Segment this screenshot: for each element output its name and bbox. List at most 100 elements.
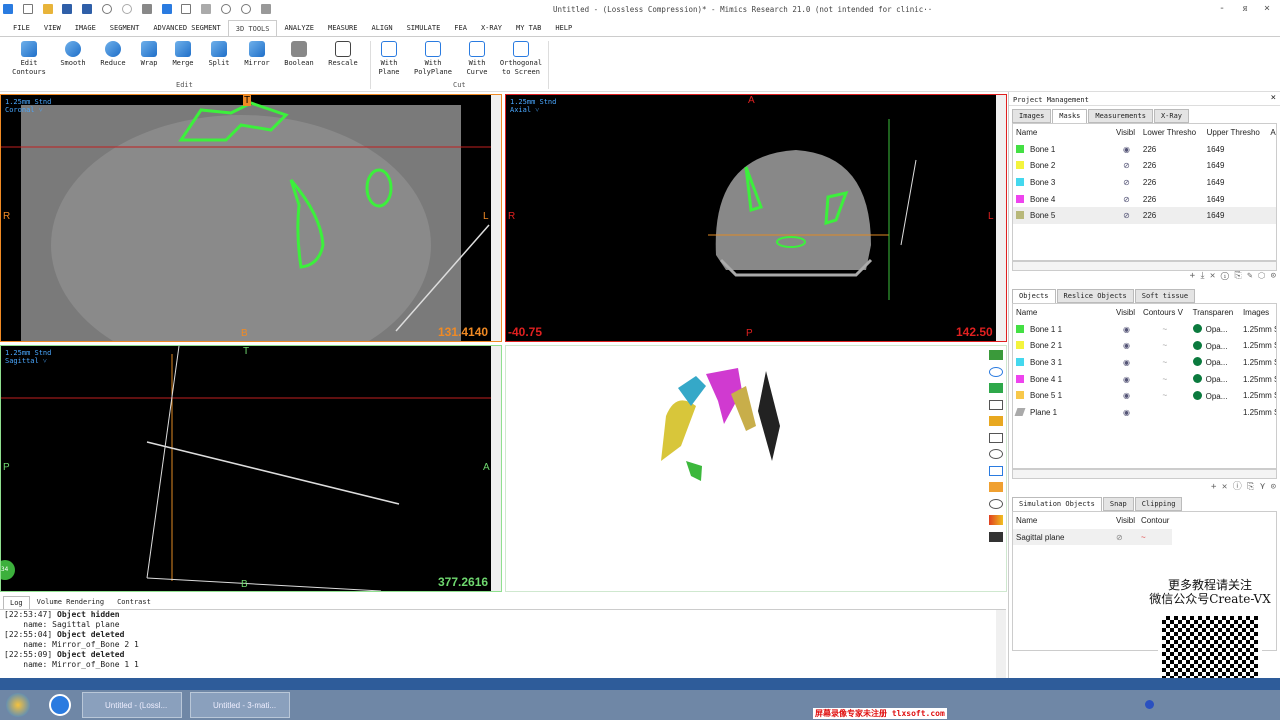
tab-snap[interactable]: Snap [1102, 497, 1134, 511]
contour-icon[interactable]: ~ [1140, 337, 1190, 354]
view-cube-icon[interactable] [989, 465, 1003, 476]
sogou-icon[interactable] [49, 694, 71, 716]
coronal-viewport[interactable]: 1.25mm Stnd Coronal ˅ T B R L 131.4140 [0, 94, 502, 342]
sagittal-viewport[interactable]: 34 1.25mm Stnd Sagittal ˅ T B P A 377.261… [0, 345, 502, 592]
export-icon[interactable] [161, 4, 172, 14]
column-header[interactable]: Name [1013, 304, 1113, 321]
table-row[interactable]: Bone 2 ⊘ 226 1649 [1013, 157, 1276, 174]
table-row[interactable]: Bone 5 1 ◉ ~ Opa... 1.25mm Stn [1013, 387, 1276, 404]
save-icon[interactable] [62, 4, 73, 14]
restore-button[interactable]: ᴙ [1238, 3, 1252, 14]
table-row[interactable]: Sagittal plane ⊘ ~ [1013, 528, 1173, 546]
pan-icon[interactable] [989, 432, 1003, 443]
column-header[interactable]: Name [1013, 512, 1113, 529]
lighting-icon[interactable] [989, 482, 1003, 492]
cut-with-polyplane-button[interactable]: With PolyPlane [411, 41, 455, 77]
cube-icon[interactable] [989, 416, 1003, 426]
coronal-scrollbar[interactable] [491, 95, 501, 341]
3d-viewport[interactable] [505, 345, 1007, 592]
eye-icon[interactable]: ◉ [1113, 141, 1140, 158]
help-tray-icon[interactable] [1145, 700, 1154, 709]
menu-x-ray[interactable]: X-RAY [474, 20, 509, 36]
tab-volume-rendering[interactable]: Volume Rendering [31, 596, 110, 609]
contrast-icon[interactable] [989, 531, 1003, 542]
menu-align[interactable]: ALIGN [365, 20, 400, 36]
log-scrollbar[interactable] [996, 610, 1006, 678]
new-file-icon[interactable] [22, 4, 33, 14]
menu-image[interactable]: IMAGE [68, 20, 103, 36]
grid-icon[interactable] [989, 350, 1003, 360]
screenshot-icon[interactable] [260, 4, 271, 14]
contour-icon[interactable]: ~ [1140, 387, 1190, 404]
tab-simulation-objects[interactable]: Simulation Objects [1012, 497, 1102, 511]
close-button[interactable]: × [1260, 3, 1274, 14]
split-button[interactable]: Split [199, 41, 239, 68]
start-button[interactable] [6, 693, 30, 717]
zoom-in-icon[interactable] [221, 4, 232, 14]
rescale-button[interactable]: Rescale [323, 41, 363, 68]
edit-contours-button[interactable]: Edit Contours [9, 41, 49, 77]
menu-segment[interactable]: SEGMENT [103, 20, 147, 36]
minimize-button[interactable]: - [1215, 3, 1229, 14]
menu-my-tab[interactable]: MY TAB [509, 20, 548, 36]
globe-icon[interactable] [989, 366, 1003, 377]
column-header[interactable]: Transparen [1190, 304, 1240, 321]
table-row[interactable]: Bone 3 1 ◉ ~ Opa... 1.25mm Stn [1013, 354, 1276, 371]
boolean-button[interactable]: Boolean [279, 41, 319, 68]
tab-clipping[interactable]: Clipping [1134, 497, 1183, 511]
table-row[interactable]: Bone 4 ⊘ 226 1649 [1013, 191, 1276, 208]
column-header[interactable]: Visibl [1113, 512, 1138, 529]
table-row[interactable]: Bone 5 ⊘ 226 1649 [1013, 207, 1276, 225]
hidden-icon[interactable]: ⊘ [1113, 157, 1140, 174]
tab-masks[interactable]: Masks [1052, 109, 1088, 123]
eye-icon[interactable]: ◉ [1113, 321, 1140, 338]
eye-icon[interactable]: ◉ [1113, 404, 1140, 421]
view-selector[interactable]: Axial ˅ [510, 106, 556, 114]
tab-measurements[interactable]: Measurements [1088, 109, 1153, 123]
smooth-button[interactable]: Smooth [53, 41, 93, 68]
column-header[interactable]: Asse [1267, 124, 1276, 141]
rotate-icon[interactable] [989, 449, 1003, 459]
triangle-icon[interactable] [989, 399, 1003, 410]
tab-objects[interactable]: Objects [1012, 289, 1056, 303]
contour-icon[interactable]: ~ [1140, 354, 1190, 371]
table-row[interactable]: Bone 3 ⊘ 226 1649 [1013, 174, 1276, 191]
menu-fea[interactable]: FEA [447, 20, 474, 36]
box-icon[interactable] [989, 383, 1003, 393]
axial-viewport[interactable]: 1.25mm Stnd Axial ˅ A P R L -40.75 142.50 [505, 94, 1007, 342]
undo-icon[interactable] [102, 4, 113, 14]
column-header[interactable]: Lower Thresho [1140, 124, 1204, 141]
print-icon[interactable] [141, 4, 152, 14]
menu-measure[interactable]: MEASURE [321, 20, 365, 36]
tab-x-ray[interactable]: X-Ray [1153, 109, 1190, 123]
taskbar-item-3matic[interactable]: Untitled - 3-mati... [190, 692, 290, 718]
menu-help[interactable]: HELP [548, 20, 579, 36]
tab-images[interactable]: Images [1012, 109, 1052, 123]
menu-3d-tools[interactable]: 3D TOOLS [227, 20, 278, 36]
close-panel-icon[interactable]: × [1271, 93, 1276, 103]
hidden-icon[interactable]: ⊘ [1113, 529, 1138, 546]
eye-icon[interactable]: ◉ [1113, 371, 1140, 388]
contour-icon[interactable]: ~ [1140, 321, 1190, 338]
menu-file[interactable]: FILE [6, 20, 37, 36]
transparency[interactable]: Opa... [1190, 354, 1240, 371]
transparency[interactable]: Opa... [1190, 321, 1240, 338]
hidden-icon[interactable]: ⊘ [1113, 174, 1140, 191]
cut-with-plane-button[interactable]: With Plane [369, 41, 409, 77]
hidden-icon[interactable]: ⊘ [1113, 191, 1140, 208]
view-selector[interactable]: Coronal ˅ [5, 106, 51, 114]
paste-icon[interactable] [201, 4, 212, 14]
tab-contrast[interactable]: Contrast [111, 596, 157, 609]
zoom-out-icon[interactable] [240, 4, 251, 14]
mirror-button[interactable]: Mirror [237, 41, 277, 68]
table-row[interactable]: Bone 1 ◉ 226 1649 [1013, 141, 1276, 158]
eye-icon[interactable]: ◉ [1113, 387, 1140, 404]
transparency[interactable]: Opa... [1190, 387, 1240, 404]
view-selector[interactable]: Sagittal ˅ [5, 357, 51, 365]
objects-horizontal-scrollbar[interactable] [1012, 469, 1277, 479]
contour-icon[interactable]: ~ [1138, 529, 1172, 546]
column-header[interactable]: Contours V [1140, 304, 1190, 321]
transparency[interactable] [1190, 404, 1240, 421]
table-row[interactable]: Plane 1 ◉ 1.25mm Stn [1013, 404, 1276, 421]
contour-icon[interactable]: ~ [1140, 371, 1190, 388]
